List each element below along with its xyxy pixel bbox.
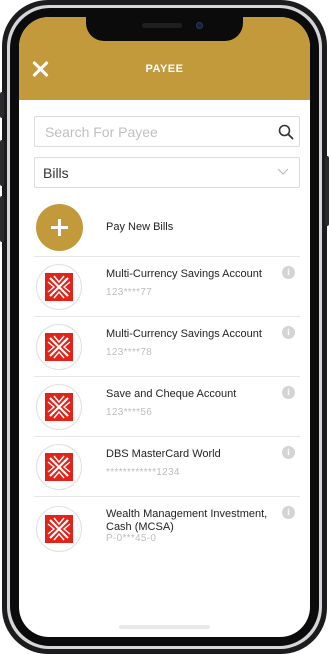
volume-up-button <box>0 140 4 186</box>
info-icon[interactable]: i <box>282 266 295 279</box>
plus-icon <box>36 204 83 251</box>
mute-switch <box>0 92 4 118</box>
payee-name: Wealth Management Investment, Cash (MCSA… <box>106 508 268 533</box>
chevron-down-icon <box>277 168 289 175</box>
phone-frame: PAYEE Bills Pay New Bills Multi <box>0 0 329 654</box>
search-box <box>34 116 300 147</box>
pay-new-bills-label: Pay New Bills <box>106 221 174 233</box>
select-value: Bills <box>43 165 69 181</box>
info-icon[interactable]: i <box>282 326 295 339</box>
info-icon[interactable]: i <box>282 506 295 519</box>
home-indicator[interactable] <box>119 625 210 629</box>
payee-account: P-0***45-0 <box>106 533 157 544</box>
power-button <box>325 156 329 226</box>
payee-name: Multi-Currency Savings Account <box>106 268 262 280</box>
payee-account: 123****56 <box>106 407 153 418</box>
dbs-logo-icon <box>36 384 82 430</box>
speaker-grille <box>142 23 182 28</box>
payee-account: ************1234 <box>106 467 180 478</box>
dbs-logo-icon <box>36 444 82 490</box>
payee-account: 123****78 <box>106 347 153 358</box>
notch <box>86 17 243 41</box>
payee-type-select[interactable]: Bills <box>34 157 300 188</box>
payee-row[interactable]: Multi-Currency Savings Account 123****77… <box>34 256 300 316</box>
payee-name: Multi-Currency Savings Account <box>106 328 262 340</box>
dbs-logo-icon <box>36 506 82 552</box>
info-icon[interactable]: i <box>282 446 295 459</box>
payee-account: 123****77 <box>106 287 153 298</box>
app-screen: PAYEE Bills Pay New Bills Multi <box>19 17 310 637</box>
dbs-logo-icon <box>36 324 82 370</box>
pay-new-bills-button[interactable]: Pay New Bills <box>34 203 300 253</box>
info-icon[interactable]: i <box>282 386 295 399</box>
page-title: PAYEE <box>145 63 184 75</box>
volume-down-button <box>0 196 4 242</box>
front-camera <box>196 22 203 29</box>
payee-row[interactable]: Multi-Currency Savings Account 123****78… <box>34 316 300 376</box>
payee-row[interactable]: Wealth Management Investment, Cash (MCSA… <box>34 496 300 562</box>
payee-name: Save and Cheque Account <box>106 388 237 400</box>
payee-row[interactable]: DBS MasterCard World ************1234 i <box>34 436 300 496</box>
search-icon[interactable] <box>278 124 294 140</box>
dbs-logo-icon <box>36 264 82 310</box>
payee-row[interactable]: Save and Cheque Account 123****56 i <box>34 376 300 436</box>
payee-name: DBS MasterCard World <box>106 448 221 460</box>
search-input[interactable] <box>43 122 263 142</box>
